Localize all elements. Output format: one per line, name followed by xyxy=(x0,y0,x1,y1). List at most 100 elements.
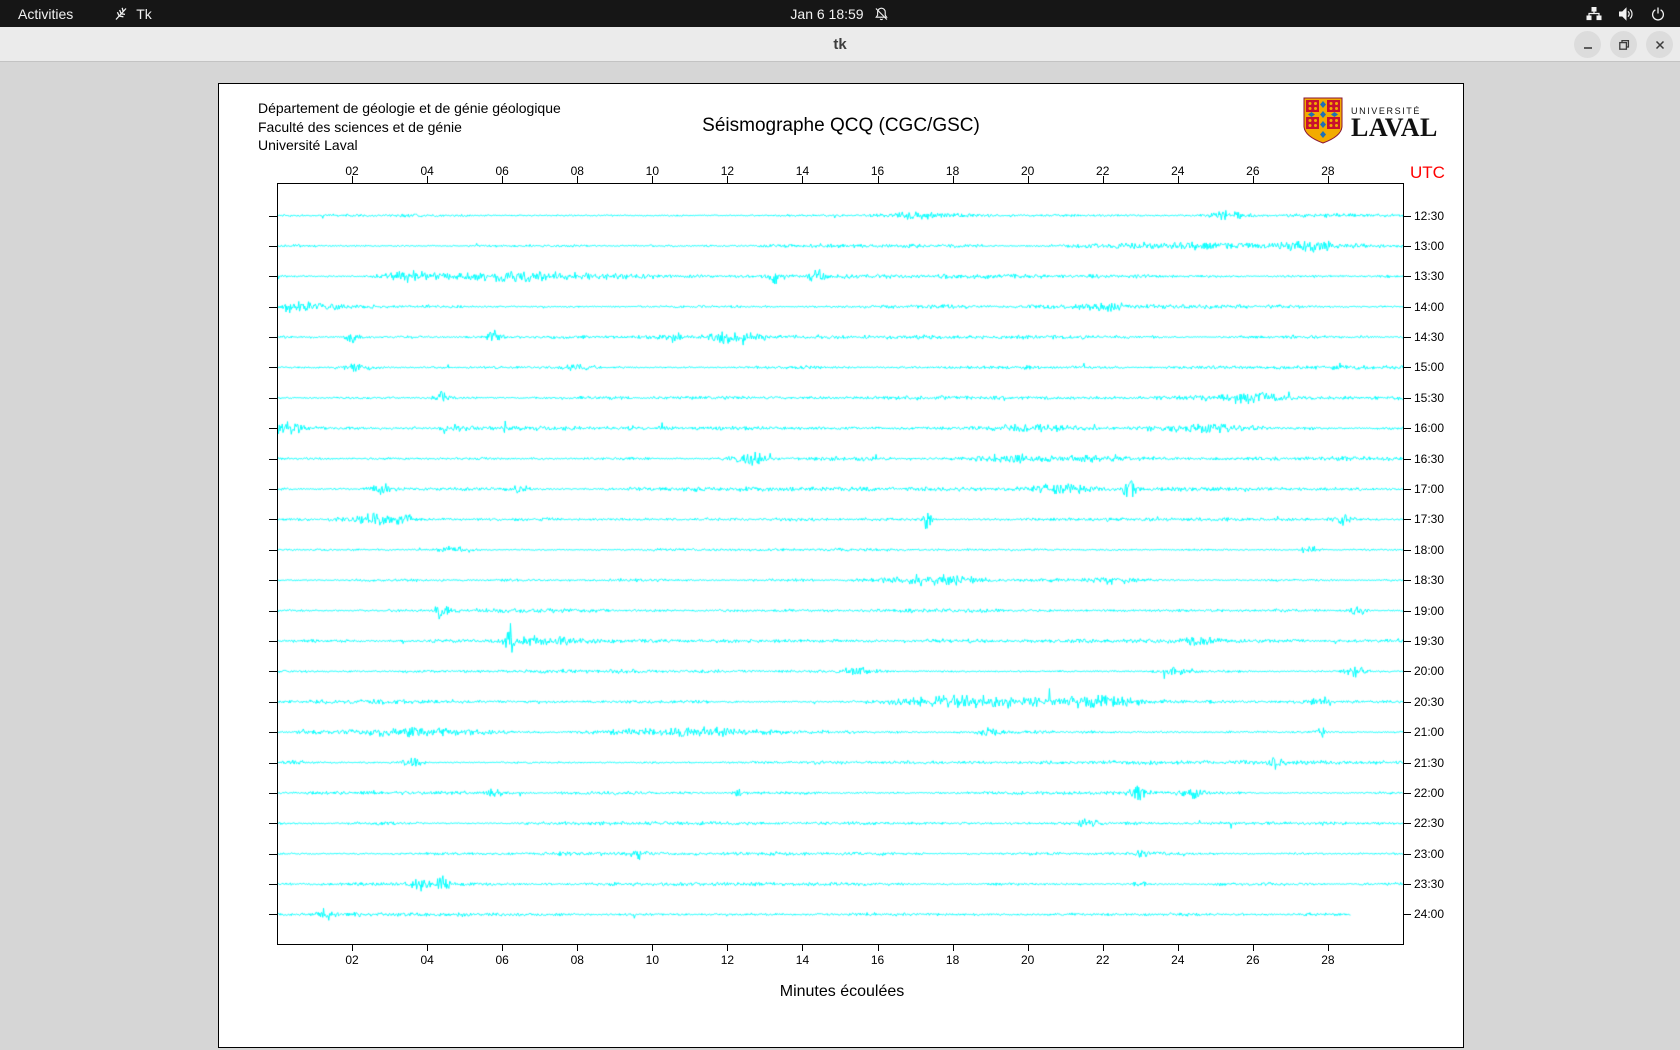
trace-tick-right xyxy=(1403,701,1411,703)
trace-tick-right xyxy=(1403,914,1411,916)
x-tick-label-bottom: 02 xyxy=(345,953,359,967)
x-tick-top xyxy=(1327,176,1329,183)
x-tick-label-bottom: 24 xyxy=(1171,953,1185,967)
logo-bottom-text: LAVAL xyxy=(1351,113,1438,142)
tk-feather-icon xyxy=(113,6,129,22)
trace-time-label: 22:30 xyxy=(1414,816,1445,831)
trace-time-label: 18:00 xyxy=(1414,542,1445,557)
x-tick-top xyxy=(352,176,354,183)
x-tick-top xyxy=(802,176,804,183)
app-indicator[interactable]: Tk xyxy=(113,6,152,22)
minimize-button[interactable] xyxy=(1574,31,1601,58)
trace-tick-left xyxy=(269,792,277,794)
laval-crest-icon xyxy=(1303,97,1343,149)
trace-tick-left xyxy=(269,549,277,551)
trace-tick-right xyxy=(1403,884,1411,886)
x-tick-label-bottom: 26 xyxy=(1246,953,1260,967)
clock-menu[interactable]: Jan 6 18:59 xyxy=(790,0,889,27)
x-tick-label-bottom: 20 xyxy=(1020,953,1035,967)
x-tick-bottom xyxy=(952,944,954,951)
activities-button[interactable]: Activities xyxy=(0,0,91,27)
tk-window-body: Département de géologie et de génie géol… xyxy=(0,63,1680,1050)
trace-tick-left xyxy=(269,519,277,521)
close-button[interactable] xyxy=(1646,31,1673,58)
trace-tick-left xyxy=(269,823,277,825)
clock-label: Jan 6 18:59 xyxy=(790,5,864,22)
trace-time-label: 17:30 xyxy=(1414,512,1445,527)
page-title: Séismographe QCQ (CGC/GSC) xyxy=(702,115,980,136)
window-titlebar[interactable]: tk xyxy=(0,27,1680,62)
trace-tick-left xyxy=(269,671,277,673)
trace-time-label: 14:30 xyxy=(1414,330,1445,345)
x-tick-bottom xyxy=(1102,944,1104,951)
network-wired-icon xyxy=(1586,6,1602,22)
power-icon xyxy=(1650,6,1666,22)
trace-tick-right xyxy=(1403,671,1411,673)
trace-time-label: 14:00 xyxy=(1414,299,1445,314)
seismograph-canvas: Département de géologie et de génie géol… xyxy=(218,83,1464,1048)
trace-tick-left xyxy=(269,884,277,886)
trace-time-label: 20:00 xyxy=(1414,664,1445,679)
trace-time-label: 23:00 xyxy=(1414,846,1445,861)
x-tick-top xyxy=(577,176,579,183)
trace-tick-left xyxy=(269,580,277,582)
restore-button[interactable] xyxy=(1610,31,1637,58)
trace-tick-right xyxy=(1403,306,1411,308)
x-tick-top xyxy=(877,176,879,183)
trace-time-label: 13:00 xyxy=(1414,238,1445,253)
x-tick-bottom xyxy=(877,944,879,951)
notifications-disabled-icon xyxy=(874,6,890,22)
x-tick-top xyxy=(652,176,654,183)
volume-icon xyxy=(1618,6,1634,22)
trace-time-label: 23:30 xyxy=(1414,877,1445,892)
trace-time-label: 18:30 xyxy=(1414,573,1445,588)
trace-time-label: 15:30 xyxy=(1414,390,1445,405)
x-tick-bottom xyxy=(577,944,579,951)
trace-tick-right xyxy=(1403,215,1411,217)
trace-tick-left xyxy=(269,489,277,490)
trace-tick-right xyxy=(1403,580,1411,582)
trace-time-label: 17:00 xyxy=(1414,482,1445,496)
gnome-top-bar: Activities Tk Jan 6 18:59 xyxy=(0,0,1680,27)
trace-tick-right xyxy=(1403,610,1411,612)
x-tick-bottom xyxy=(1327,944,1329,951)
trace-tick-right xyxy=(1403,367,1411,369)
x-tick-top xyxy=(502,176,504,183)
x-tick-top xyxy=(727,176,729,183)
trace-time-label: 19:30 xyxy=(1414,633,1445,648)
x-tick-top xyxy=(1252,176,1254,183)
x-tick-label-bottom: 22 xyxy=(1096,953,1110,967)
trace-time-label: 16:00 xyxy=(1414,421,1445,436)
x-tick-label-bottom: 16 xyxy=(870,953,885,967)
trace-tick-right xyxy=(1403,640,1411,642)
trace-tick-left xyxy=(269,367,277,369)
seismogram-traces xyxy=(278,184,1403,944)
x-tick-top xyxy=(1177,176,1179,183)
trace-tick-right xyxy=(1403,489,1411,490)
universite-laval-logo: UNIVERSITÉ LAVAL xyxy=(1303,97,1438,149)
trace-time-label: 22:00 xyxy=(1414,785,1445,800)
x-tick-bottom xyxy=(502,944,504,951)
trace-time-label: 13:30 xyxy=(1414,269,1445,284)
trace-tick-left xyxy=(269,458,277,460)
app-indicator-label: Tk xyxy=(136,5,152,22)
trace-time-label: 12:30 xyxy=(1414,208,1445,223)
x-tick-top xyxy=(427,176,429,183)
x-tick-label-bottom: 28 xyxy=(1321,953,1335,967)
x-tick-bottom xyxy=(427,944,429,951)
system-status-area[interactable] xyxy=(1586,0,1680,27)
x-tick-bottom xyxy=(1027,944,1029,951)
x-tick-top xyxy=(1027,176,1029,183)
trace-tick-right xyxy=(1403,762,1411,764)
trace-time-label: 21:00 xyxy=(1414,725,1445,740)
trace-tick-right xyxy=(1403,276,1411,278)
trace-tick-right xyxy=(1403,853,1411,855)
x-axis-title: Minutes écoulées xyxy=(779,983,905,1000)
x-tick-bottom xyxy=(1252,944,1254,951)
trace-tick-right xyxy=(1403,823,1411,825)
x-tick-label-bottom: 12 xyxy=(720,953,735,967)
trace-tick-right xyxy=(1403,792,1411,794)
trace-tick-right xyxy=(1403,245,1411,247)
trace-tick-right xyxy=(1403,519,1411,521)
x-tick-label-bottom: 18 xyxy=(945,953,960,967)
